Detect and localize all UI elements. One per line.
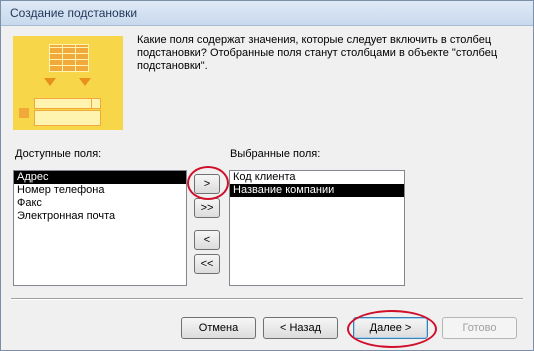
combo-dropdown-icon	[91, 98, 101, 109]
available-fields-list[interactable]: Адрес Номер телефона Факс Электронная по…	[13, 170, 187, 286]
title-bar[interactable]: Создание подстановки	[1, 1, 533, 26]
list-item[interactable]: Номер телефона	[14, 184, 186, 197]
footer-divider	[11, 298, 523, 300]
list-item[interactable]: Адрес	[14, 171, 186, 184]
list-item[interactable]: Факс	[14, 197, 186, 210]
list-item[interactable]: Электронная почта	[14, 210, 186, 223]
list-item[interactable]: Название компании	[230, 184, 404, 197]
list-item[interactable]: Код клиента	[230, 171, 404, 184]
remove-all-fields-button[interactable]: <<	[194, 254, 220, 274]
table-grid-icon	[49, 44, 89, 72]
wizard-illustration-icon	[13, 36, 123, 130]
available-fields-label: Доступные поля:	[15, 148, 102, 160]
dropdown-list-icon	[34, 110, 101, 126]
add-all-fields-button[interactable]: >>	[194, 198, 220, 218]
next-button[interactable]: Далее >	[353, 317, 428, 339]
arrow-down-icon	[79, 78, 91, 86]
combo-box-icon	[34, 98, 92, 109]
wizard-content: Какие поля содержат значения, которые сл…	[1, 26, 533, 350]
arrow-down-icon	[44, 78, 56, 86]
field-marker-icon	[19, 108, 29, 118]
window-title: Создание подстановки	[10, 6, 138, 20]
back-button[interactable]: < Назад	[263, 317, 338, 339]
remove-field-button[interactable]: <	[194, 230, 220, 250]
finish-button: Готово	[442, 317, 517, 339]
selected-fields-label: Выбранные поля:	[230, 148, 321, 160]
cancel-button[interactable]: Отмена	[181, 317, 256, 339]
add-field-button[interactable]: >	[194, 174, 220, 194]
selected-fields-list[interactable]: Код клиента Название компании	[229, 170, 405, 286]
lookup-wizard-dialog: Создание подстановки Какие поля содержат…	[0, 0, 534, 351]
wizard-description: Какие поля содержат значения, которые сл…	[137, 34, 498, 72]
